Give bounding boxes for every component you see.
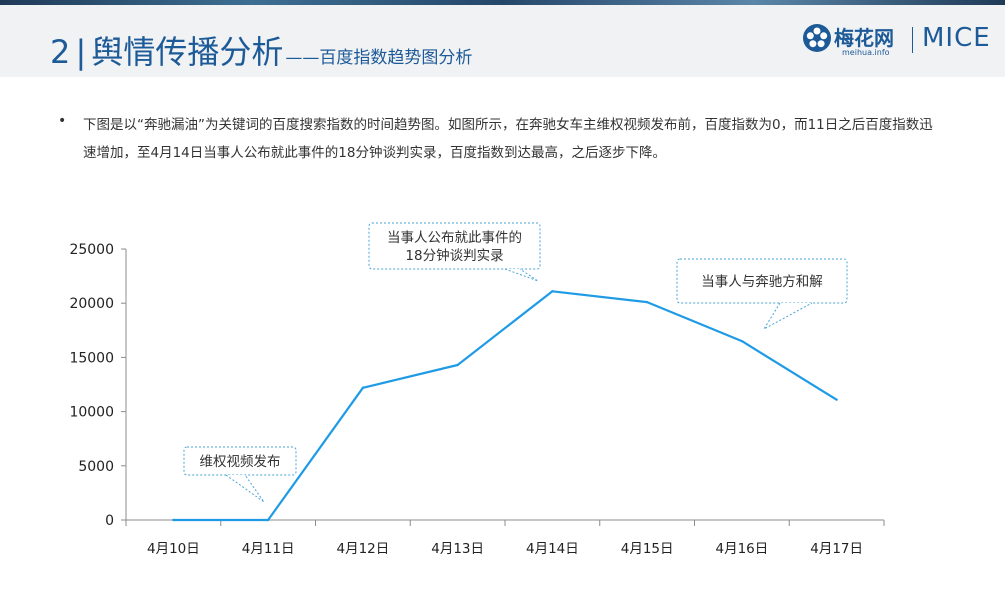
callout-text: 维权视频发布	[200, 453, 281, 470]
baidu-index-line-chart: 0 5000 10000 15000 20000 25000 4月10日 4月11日 4月12日…	[69, 222, 885, 557]
x-tick-label: 4月17日	[810, 541, 863, 557]
y-tick-label: 0	[105, 513, 114, 529]
data-point	[172, 518, 175, 522]
data-point	[456, 363, 459, 367]
series-line	[173, 290, 838, 522]
callout-pointer	[225, 474, 265, 503]
data-point	[266, 518, 270, 522]
data-point	[361, 386, 365, 389]
data-point	[551, 290, 554, 293]
callout-text: 18分钟谈判实录	[405, 247, 503, 264]
x-tick-label: 4月10日	[147, 541, 200, 557]
x-tick-label: 4月13日	[431, 541, 484, 557]
y-tick-label: 5000	[78, 459, 114, 475]
data-point	[740, 339, 744, 343]
x-tick-label: 4月11日	[242, 541, 295, 557]
y-tick-label: 15000	[69, 350, 114, 366]
callout-text: 当事人公布就此事件的	[387, 230, 522, 246]
x-tick-label: 4月15日	[621, 541, 674, 557]
callout-pointer	[504, 268, 539, 282]
callout-text: 当事人与奔驰方和解	[701, 274, 823, 290]
y-tick-label: 10000	[69, 405, 114, 421]
x-tick-label: 4月12日	[336, 541, 389, 557]
y-tick-label: 25000	[69, 242, 114, 258]
callout-pointer	[762, 302, 813, 331]
x-tick-label: 4月14日	[526, 541, 579, 557]
data-point	[645, 300, 649, 304]
x-tick-label: 4月16日	[715, 541, 768, 557]
y-tick-label: 20000	[69, 296, 114, 312]
data-point	[835, 398, 838, 401]
